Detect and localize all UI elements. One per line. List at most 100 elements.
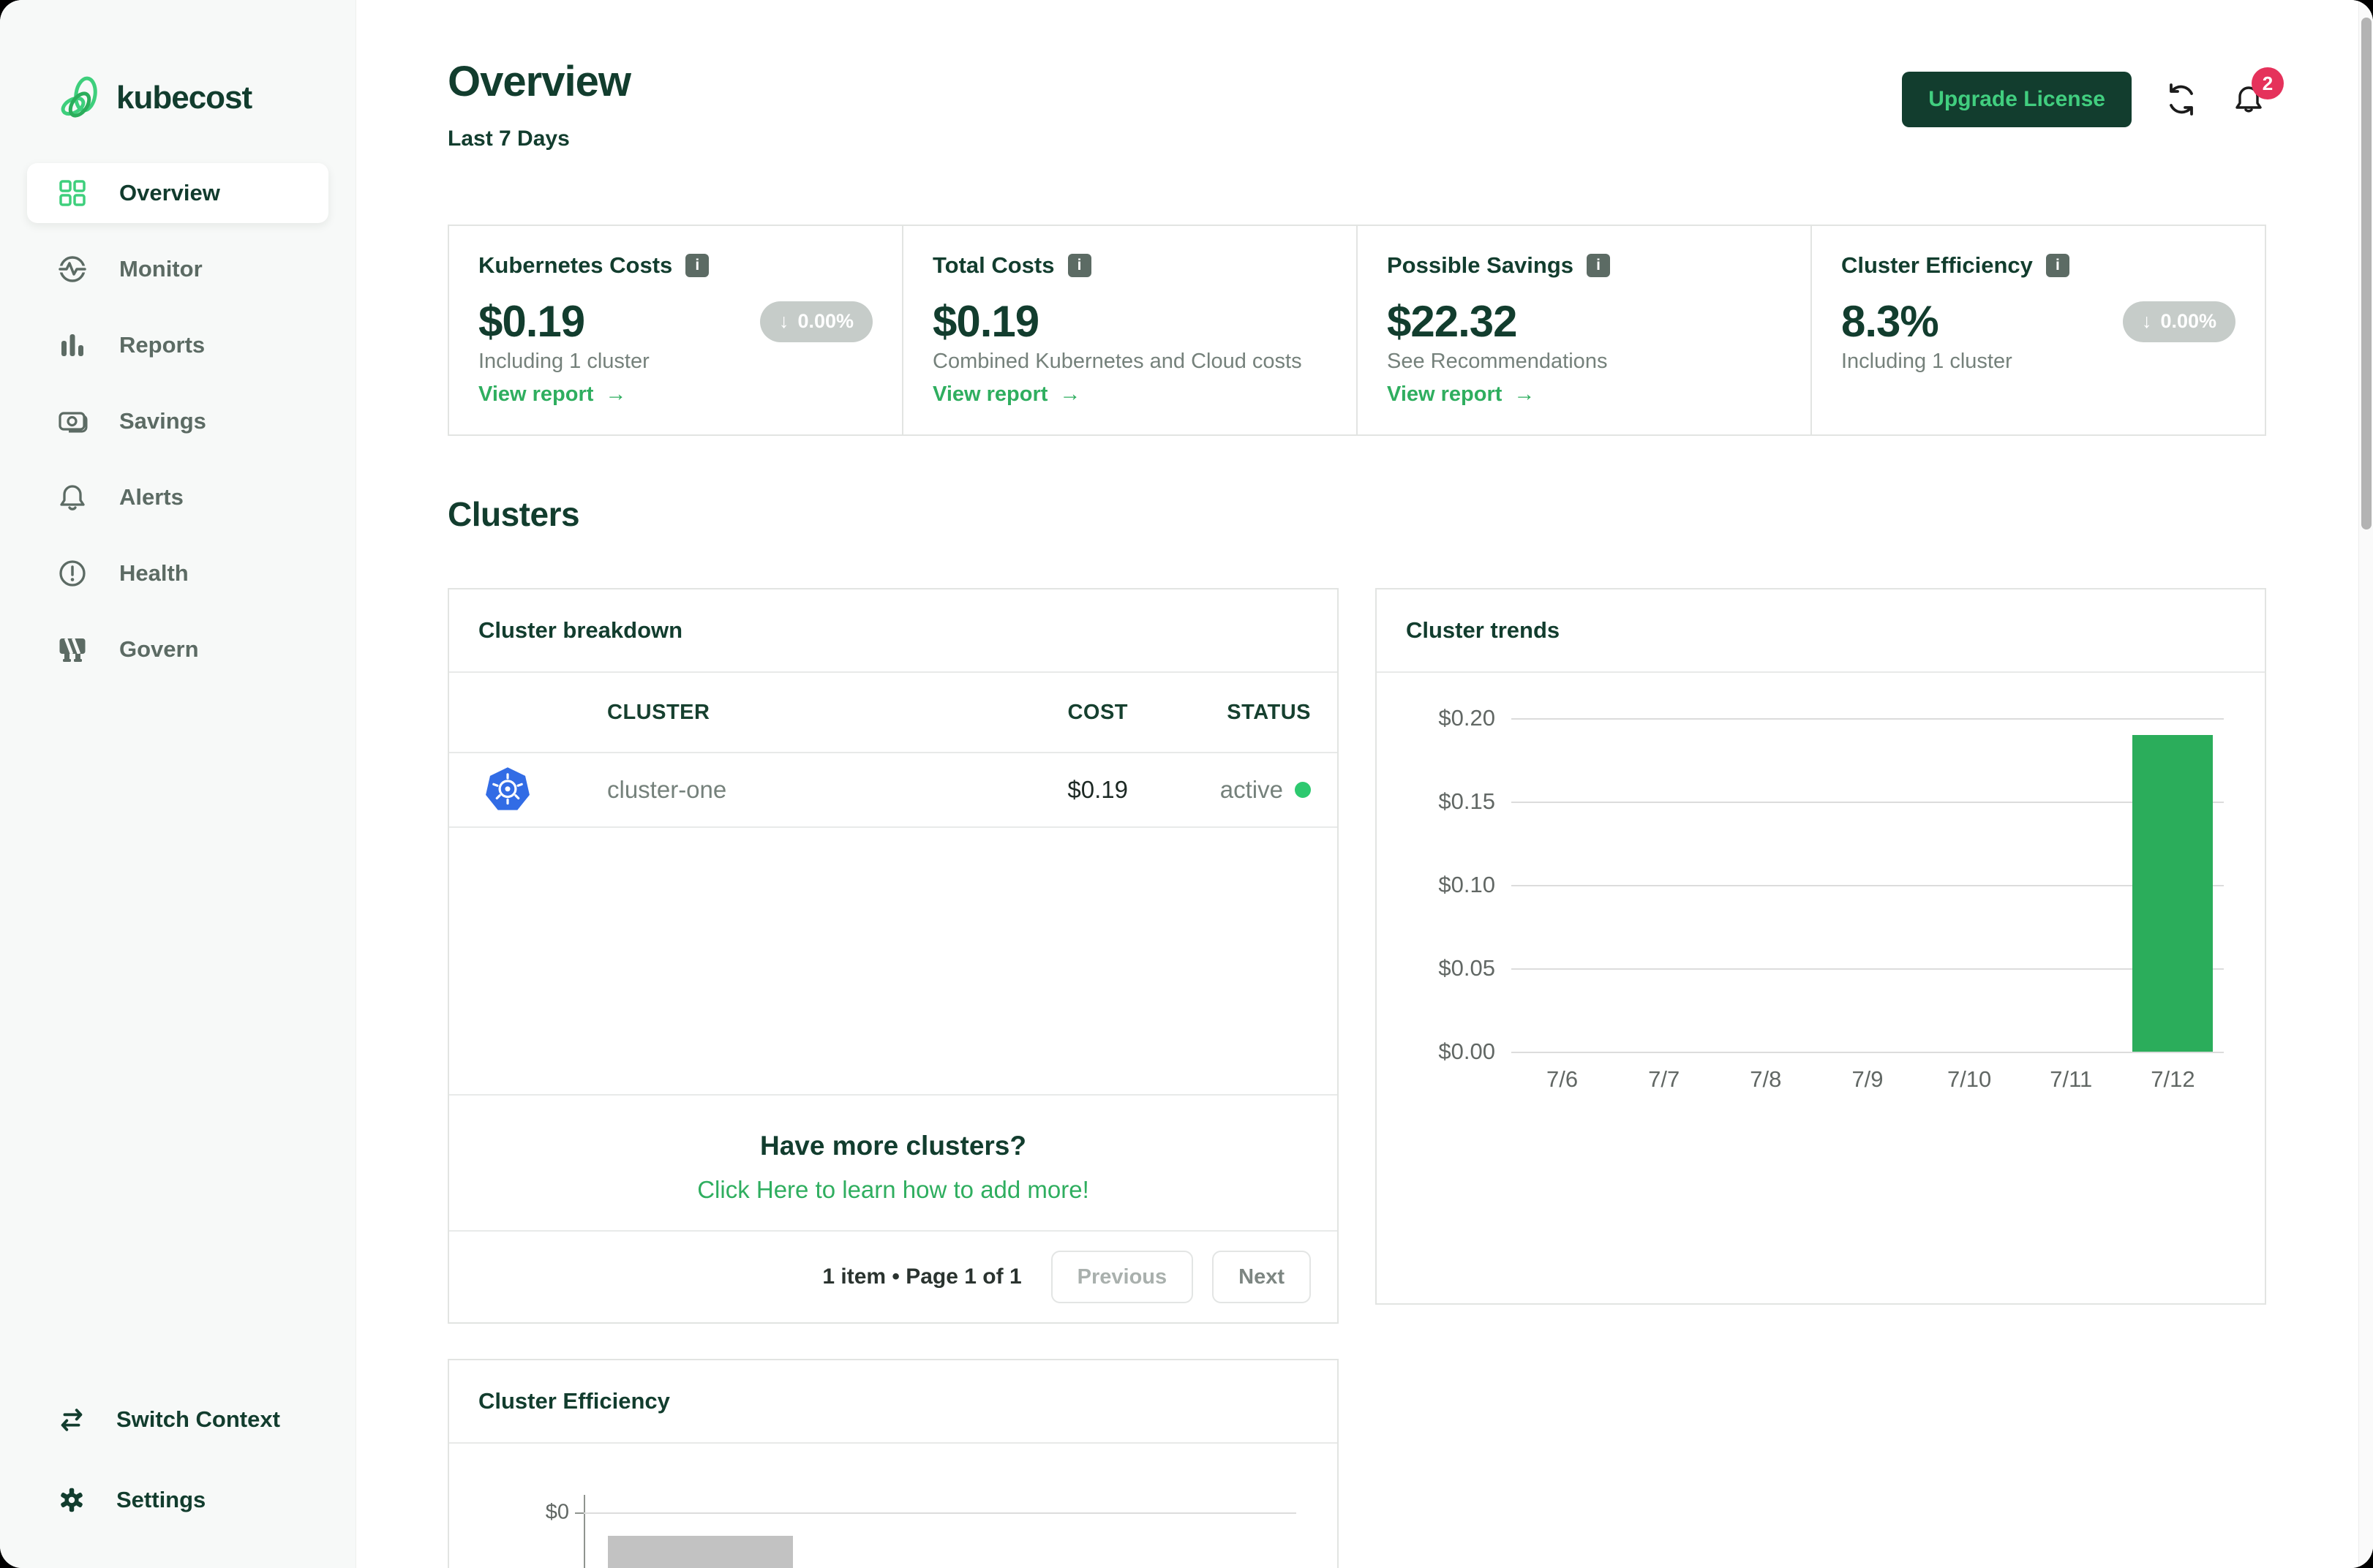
cluster-cost: $0.19 [1067, 776, 1128, 803]
refresh-button[interactable] [2164, 82, 2199, 117]
stat-title: Total Costs [933, 252, 1055, 278]
stat-value: 8.3% [1841, 297, 1939, 346]
sidebar-footer: Switch Context Settings [27, 1404, 328, 1515]
info-icon[interactable]: i [685, 254, 710, 277]
stat-title: Kubernetes Costs [478, 252, 673, 278]
x-tick: 7/8 [1750, 1066, 1782, 1092]
x-tick: 7/7 [1648, 1066, 1680, 1092]
column-header-cost[interactable]: COST [967, 701, 1128, 725]
sidebar-nav: Overview Monitor Reports Savings Alerts … [27, 163, 328, 696]
table-empty-space [449, 828, 1337, 1096]
kubernetes-icon [486, 767, 530, 810]
cluster-trends-chart: $0.20 $0.15 $0.10 $0.05 $0.00 7/6 7/7 7/… [1377, 673, 2265, 1303]
y-tick: $0 [545, 1500, 569, 1524]
stat-description: Combined Kubernetes and Cloud costs [933, 350, 1302, 373]
kubecost-logo: kubecost [27, 75, 328, 121]
settings-button[interactable]: Settings [56, 1485, 328, 1515]
sidebar-item-label: Health [119, 560, 189, 586]
x-tick: 7/9 [1851, 1066, 1884, 1092]
cluster-status: active [1128, 776, 1311, 804]
x-tick: 7/10 [1947, 1066, 1992, 1092]
info-icon[interactable]: i [1587, 254, 1610, 277]
stat-description: See Recommendations [1387, 350, 1608, 373]
cluster-breakdown-panel: Cluster breakdown CLUSTER COST STATUS cl… [448, 588, 1339, 1324]
switch-context-button[interactable]: Switch Context [56, 1404, 328, 1435]
sidebar-item-label: Alerts [119, 484, 184, 510]
alert-circle-icon [59, 560, 86, 587]
scrollbar-track[interactable] [2358, 0, 2373, 1568]
add-clusters-link[interactable]: Click Here to learn how to add more! [697, 1176, 1089, 1204]
next-page-button[interactable]: Next [1212, 1251, 1311, 1303]
y-tick: $0.05 [1438, 955, 1495, 981]
stat-card-possible-savings: Possible Savings i $22.32 See Recommenda… [1358, 226, 1812, 434]
trend-pill: ↓ 0.00% [759, 301, 873, 342]
info-icon[interactable]: i [2045, 254, 2069, 277]
cluster-efficiency-chart: $0 $0 [449, 1479, 1296, 1568]
stat-card-total-costs: Total Costs i $0.19 Combined Kubernetes … [903, 226, 1358, 434]
sidebar-item-govern[interactable]: Govern [27, 619, 328, 679]
table-row-cluster-one[interactable]: cluster-one $0.19 active [449, 753, 1337, 828]
sidebar-item-overview[interactable]: Overview [27, 163, 328, 223]
view-report-link[interactable]: View report → [933, 382, 1327, 407]
sidebar-item-monitor[interactable]: Monitor [27, 239, 328, 299]
sidebar-item-alerts[interactable]: Alerts [27, 467, 328, 527]
y-tick: $0.20 [1438, 705, 1495, 731]
pagination-text: 1 item • Page 1 of 1 [822, 1264, 1022, 1289]
y-tick: $0.10 [1438, 872, 1495, 897]
monitor-pulse-icon [56, 256, 89, 282]
down-arrow-icon: ↓ [2141, 310, 2152, 332]
sidebar-item-savings[interactable]: Savings [27, 391, 328, 451]
trend-bar [2132, 734, 2214, 1052]
y-tick: $0.15 [1438, 788, 1495, 814]
notification-badge: 2 [2252, 67, 2284, 99]
stat-value: $0.19 [478, 297, 585, 346]
main-content: Overview Last 7 Days Upgrade License 2 K… [356, 0, 2373, 1568]
sidebar-item-health[interactable]: Health [27, 543, 328, 603]
previous-page-button[interactable]: Previous [1050, 1251, 1194, 1303]
notifications-button[interactable]: 2 [2231, 67, 2284, 117]
x-axis-labels: 7/6 7/7 7/8 7/9 7/10 7/11 7/12 [1511, 1066, 2224, 1093]
stat-value: $22.32 [1387, 297, 1518, 346]
stat-description: Including 1 cluster [1841, 350, 2012, 373]
cluster-breakdown-title: Cluster breakdown [449, 589, 1337, 673]
upgrade-license-button[interactable]: Upgrade License [1902, 72, 2132, 127]
column-header-status[interactable]: STATUS [1128, 701, 1311, 725]
info-icon[interactable]: i [1067, 254, 1091, 277]
stat-card-cluster-efficiency: Cluster Efficiency i 8.3% ↓ 0.00% Includ… [1812, 226, 2265, 434]
view-report-link[interactable]: View report → [1387, 382, 1781, 407]
right-arrow-icon: → [1513, 382, 1535, 406]
plot-area [1511, 718, 2224, 1053]
date-range-label: Last 7 Days [448, 127, 570, 151]
sidebar-item-reports[interactable]: Reports [27, 315, 328, 375]
table-header-row: CLUSTER COST STATUS [449, 673, 1337, 753]
cluster-trends-title: Cluster trends [1377, 589, 2265, 673]
bar-chart-icon [61, 334, 83, 356]
x-tick: 7/6 [1546, 1066, 1579, 1092]
gear-icon [61, 1488, 83, 1512]
sidebar: kubecost Overview Monitor Reports Saving… [0, 0, 356, 1568]
x-tick: 7/11 [2050, 1066, 2093, 1092]
table-footer: 1 item • Page 1 of 1 Previous Next [449, 1232, 1337, 1322]
stat-value: $0.19 [933, 297, 1039, 346]
view-report-link[interactable]: View report → [478, 382, 873, 407]
sidebar-item-label: Monitor [119, 256, 203, 282]
trend-pill: ↓ 0.00% [2122, 301, 2235, 342]
cluster-efficiency-title: Cluster Efficiency [449, 1360, 1337, 1444]
cluster-name: cluster-one [607, 776, 727, 803]
sidebar-item-label: Govern [119, 636, 199, 662]
scrollbar-thumb[interactable] [2361, 18, 2372, 529]
cluster-efficiency-panel: Cluster Efficiency $0 $0 [448, 1359, 1339, 1568]
right-arrow-icon: → [605, 382, 627, 406]
app-window: kubecost Overview Monitor Reports Saving… [0, 0, 2373, 1568]
kubecost-logo-icon [61, 76, 97, 118]
settings-label: Settings [116, 1487, 206, 1512]
more-clusters-title: Have more clusters? [759, 1131, 1026, 1161]
y-axis-line [584, 1495, 585, 1568]
clusters-heading: Clusters [448, 495, 580, 533]
stat-description: Including 1 cluster [478, 350, 650, 373]
header-actions: Upgrade License 2 [1902, 67, 2284, 127]
stat-card-kubernetes-costs: Kubernetes Costs i $0.19 ↓ 0.00% Includi… [449, 226, 903, 434]
column-header-cluster[interactable]: CLUSTER [607, 701, 967, 725]
barrier-icon [59, 638, 86, 662]
main-header: Overview Last 7 Days Upgrade License 2 [448, 57, 2284, 151]
